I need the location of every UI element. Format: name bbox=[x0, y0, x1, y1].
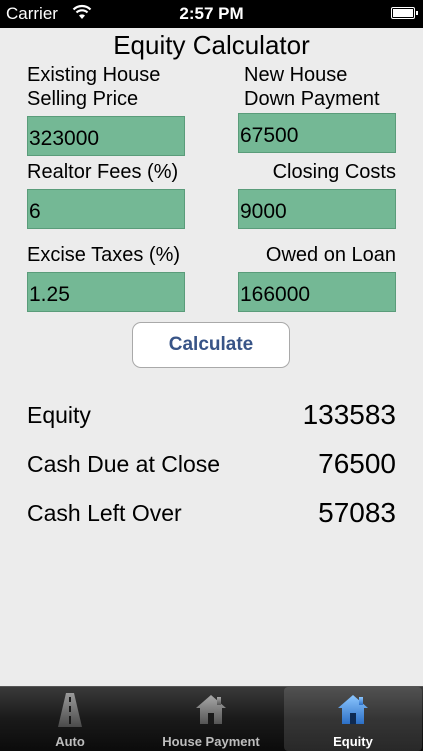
excise-taxes-field[interactable]: 1.25 bbox=[27, 272, 185, 312]
down-payment-label-line1: New House bbox=[244, 64, 348, 86]
equity-label: Equity bbox=[27, 402, 91, 428]
tab-equity[interactable]: Equity bbox=[284, 687, 422, 751]
excise-taxes-label: Excise Taxes (%) bbox=[27, 244, 181, 266]
calculate-button[interactable]: Calculate bbox=[132, 322, 290, 368]
cash-left-label: Cash Left Over bbox=[27, 500, 182, 526]
realtor-fees-label: Realtor Fees (%) bbox=[27, 161, 179, 183]
tab-auto-label: Auto bbox=[55, 734, 85, 749]
existing-price-field[interactable]: 323000 bbox=[27, 116, 185, 156]
down-payment-field[interactable]: 67500 bbox=[238, 113, 396, 153]
closing-costs-field[interactable]: 9000 bbox=[238, 189, 396, 229]
down-payment-label: New House Down Payment bbox=[244, 63, 380, 111]
status-bar: Carrier 2:57 PM bbox=[0, 0, 423, 28]
realtor-fees-field[interactable]: 6 bbox=[27, 189, 185, 229]
existing-price-label: Existing House Selling Price bbox=[27, 63, 160, 111]
battery-icon bbox=[391, 7, 418, 19]
down-payment-label-line2: Down Payment bbox=[244, 88, 380, 110]
tab-house-payment-label: House Payment bbox=[162, 734, 260, 749]
owed-on-loan-label: Owed on Loan bbox=[265, 244, 396, 266]
owed-on-loan-field[interactable]: 166000 bbox=[238, 272, 396, 312]
tab-equity-label: Equity bbox=[333, 734, 373, 749]
existing-price-label-line1: Existing House bbox=[27, 64, 161, 86]
tab-bar: Auto House Payment Equity bbox=[0, 686, 423, 751]
existing-price-label-line2: Selling Price bbox=[27, 88, 139, 110]
page-title: Equity Calculator bbox=[113, 30, 310, 60]
clock: 2:57 PM bbox=[179, 4, 244, 23]
tab-auto[interactable]: Auto bbox=[0, 687, 140, 751]
closing-costs-label: Closing Costs bbox=[272, 161, 396, 183]
road-icon bbox=[57, 693, 83, 730]
house-icon bbox=[195, 693, 227, 728]
house-icon bbox=[337, 693, 369, 728]
cash-left-value: 57083 bbox=[318, 497, 396, 528]
equity-value: 133583 bbox=[302, 399, 396, 430]
tab-house-payment[interactable]: House Payment bbox=[141, 687, 281, 751]
cash-due-label: Cash Due at Close bbox=[27, 451, 221, 477]
cash-due-value: 76500 bbox=[318, 448, 396, 479]
